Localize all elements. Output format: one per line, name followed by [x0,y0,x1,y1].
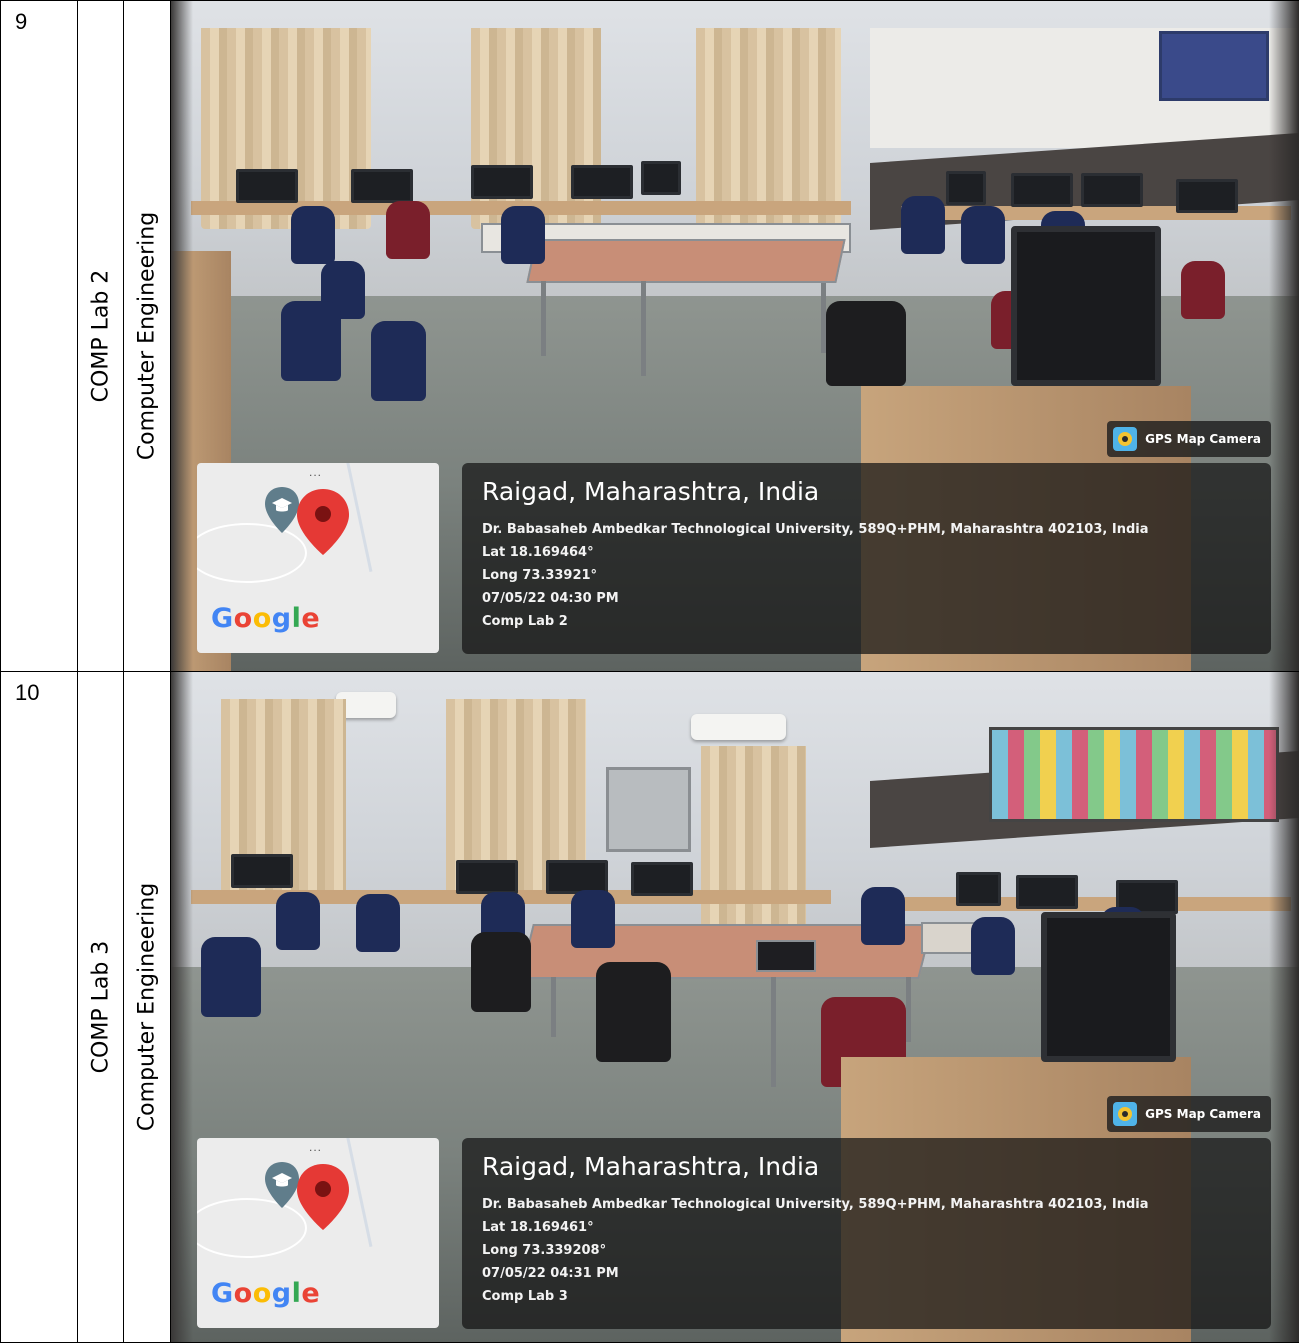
lab-name: COMP Lab 2 [88,270,113,403]
row-number: 10 [1,672,78,1343]
department-name: Computer Engineering [135,212,160,460]
longitude-line: Long 73.339208° [482,1239,1251,1262]
longitude-line: Long 73.33921° [482,564,1251,587]
department-name: Computer Engineering [135,883,160,1131]
gps-camera-icon [1113,1102,1137,1126]
datetime-line: 07/05/22 04:31 PM [482,1262,1251,1285]
location-title: Raigad, Maharashtra, India [482,477,1251,506]
lab-photo: GPS Map Camera ... Google [171,1,1299,671]
lab-name: COMP Lab 3 [88,941,113,1074]
google-logo: Google [211,1278,320,1309]
address-line: Dr. Babasaheb Ambedkar Technological Uni… [482,1193,1251,1216]
datetime-line: 07/05/22 04:30 PM [482,587,1251,610]
note-line: Comp Lab 3 [482,1285,1251,1308]
table-row: 10 COMP Lab 3 Computer Engineering [1,672,1299,1343]
gps-badge-label: GPS Map Camera [1145,1107,1261,1121]
lab-photo-table: 9 COMP Lab 2 Computer Engineering [0,0,1299,1343]
gps-camera-icon [1113,427,1137,451]
google-logo: Google [211,603,320,634]
location-title: Raigad, Maharashtra, India [482,1152,1251,1181]
map-menu-dots: ... [309,465,322,479]
table-row: 9 COMP Lab 2 Computer Engineering [1,1,1299,672]
address-line: Dr. Babasaheb Ambedkar Technological Uni… [482,518,1251,541]
map-pin-icon [295,1162,351,1232]
map-menu-dots: ... [309,1140,322,1154]
map-thumbnail: ... Google [197,463,439,653]
lab-photo-cell: GPS Map Camera ... Google [171,672,1299,1343]
gps-info-panel: Raigad, Maharashtra, India Dr. Babasaheb… [462,1138,1271,1329]
gps-map-camera-badge: GPS Map Camera [1107,421,1271,457]
lab-photo-cell: GPS Map Camera ... Google [171,1,1299,672]
lab-name-cell: COMP Lab 2 [78,1,124,672]
department-cell: Computer Engineering [124,672,171,1343]
gps-badge-label: GPS Map Camera [1145,432,1261,446]
lab-photo: GPS Map Camera ... Google [171,672,1299,1342]
latitude-line: Lat 18.169461° [482,1216,1251,1239]
note-line: Comp Lab 2 [482,610,1251,633]
map-thumbnail: ... Google [197,1138,439,1328]
lab-name-cell: COMP Lab 3 [78,672,124,1343]
department-cell: Computer Engineering [124,1,171,672]
latitude-line: Lat 18.169464° [482,541,1251,564]
gps-info-panel: Raigad, Maharashtra, India Dr. Babasaheb… [462,463,1271,654]
row-number: 9 [1,1,78,672]
gps-map-camera-badge: GPS Map Camera [1107,1096,1271,1132]
map-pin-icon [295,487,351,557]
